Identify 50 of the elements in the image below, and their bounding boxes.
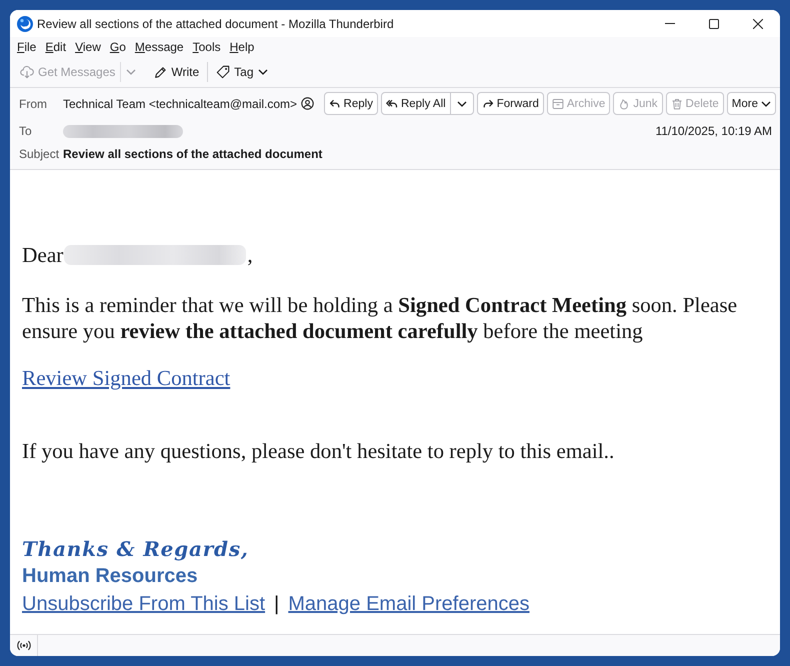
subject-text: Review all sections of the attached document <box>63 147 322 161</box>
broadcast-icon[interactable] <box>16 640 30 651</box>
caret-icon <box>126 69 136 75</box>
close-icon <box>753 18 763 28</box>
body-paragraph: This is a reminder that we will be holding a Signed Contract Meeting soon. Please ensure you review the attached document carefully before the meeting <box>22 292 738 344</box>
flame-icon <box>618 98 630 110</box>
footer-link[interactable]: Manage Email Preferences <box>288 591 530 617</box>
tag-button[interactable]: Tag <box>211 60 273 84</box>
forward-arrow-icon <box>482 98 494 110</box>
forward-button[interactable]: Forward <box>476 92 544 115</box>
trash-icon <box>670 98 683 110</box>
menu-item[interactable]: View <box>75 40 101 54</box>
reply-button[interactable]: Reply <box>324 92 378 115</box>
menu-item[interactable]: Help <box>230 40 254 54</box>
link-separator: | <box>274 592 280 617</box>
write-button[interactable]: Write <box>149 60 204 84</box>
to-label: To <box>19 124 33 138</box>
app-logo-icon <box>17 16 33 32</box>
more-button[interactable]: More <box>726 92 776 115</box>
body-link[interactable]: Review Signed Contract <box>22 366 230 390</box>
pencil-icon <box>154 66 168 78</box>
contact-icon[interactable] <box>301 97 314 110</box>
menu-item[interactable]: File <box>17 40 36 54</box>
greeting-punctuation: , <box>247 242 253 268</box>
minimize-icon <box>665 23 675 24</box>
reply-arrow-icon <box>328 98 341 110</box>
tag-icon <box>216 65 230 79</box>
caret-icon <box>258 69 268 75</box>
menu-item[interactable]: Go <box>110 40 126 54</box>
greeting-text: Dear <box>22 242 64 268</box>
subject-label: Subject <box>19 147 60 161</box>
maximize-icon <box>709 18 719 28</box>
reply-all-arrow-icon <box>386 98 398 110</box>
from-label: From <box>19 96 48 110</box>
menu-item[interactable]: Message <box>134 40 184 54</box>
footer-link[interactable]: Unsubscribe From This List <box>22 591 266 617</box>
message-date: 11/10/2025, 10:19 AM <box>655 124 772 138</box>
cloud-download-icon <box>20 65 34 79</box>
sender-address: Technical Team <technicalteam@mail.com> <box>63 96 298 110</box>
menu-item[interactable]: Edit <box>45 40 66 54</box>
body-paragraph: If you have any questions, please don't hesitate to reply to this email.. <box>22 438 616 464</box>
caret-icon <box>456 100 467 106</box>
archive-box-icon <box>552 98 564 110</box>
window-title: Review all sections of the attached document - Mozilla Thunderbird <box>37 16 395 30</box>
caret-icon <box>761 100 771 106</box>
menu-item[interactable]: Tools <box>192 40 221 54</box>
signature-closing: Thanks & Regards, <box>22 537 249 561</box>
reply-all-button[interactable]: Reply All <box>380 92 451 115</box>
signature-name: Human Resources <box>22 565 198 587</box>
reply-all-dropdown-button[interactable] <box>450 92 474 115</box>
